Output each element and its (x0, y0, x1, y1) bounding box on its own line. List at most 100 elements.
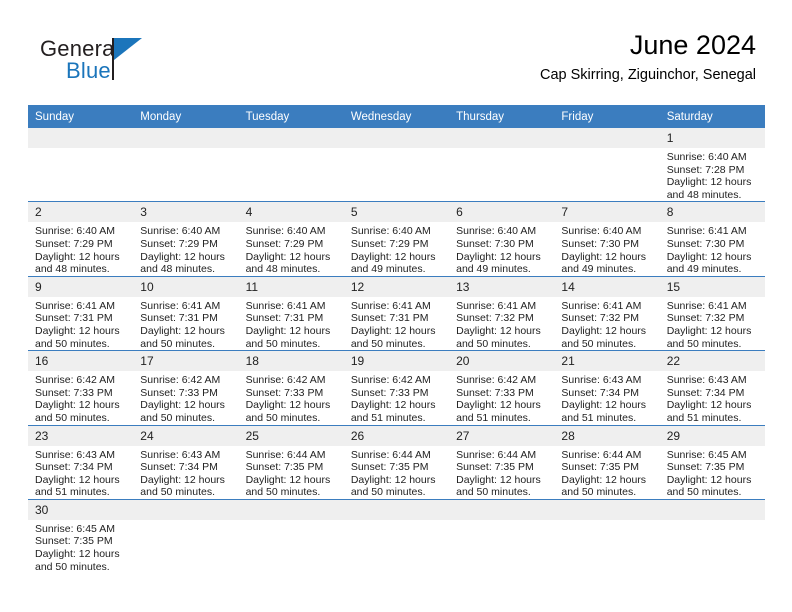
day-details: Sunrise: 6:40 AM Sunset: 7:29 PM Daylight:… (133, 222, 238, 275)
sunrise-text: Sunrise: 6:40 AM (245, 225, 326, 238)
sunrise-text: Sunrise: 6:43 AM (35, 448, 115, 461)
daylight-text-line1: Daylight: 12 hours (666, 399, 752, 412)
location-subtitle: Cap Skirring, Ziguinchor, Senegal (539, 67, 756, 83)
sunset-text: Sunset: 7:35 PM (456, 461, 534, 474)
daylight-text-line2: and 49 minutes. (561, 263, 637, 276)
day-number (133, 128, 239, 148)
daylight-text-line1: Daylight: 12 hours (456, 324, 541, 337)
calendar-day-cell[interactable]: 30 Sunrise: 6:45 AM Sunset: 7:35 PM Dayligh… (28, 499, 134, 574)
calendar-day-cell[interactable]: 26 Sunrise: 6:44 AM Sunset: 7:35 PM Dayligh… (343, 425, 450, 500)
daylight-text-line1: Daylight: 12 hours (35, 548, 120, 561)
daylight-text-line2: and 50 minutes. (245, 486, 321, 499)
calendar-cell-empty (449, 499, 555, 574)
daylight-text-line1: Daylight: 12 hours (666, 250, 752, 263)
calendar-day-cell[interactable]: 16 Sunrise: 6:42 AM Sunset: 7:33 PM Dayligh… (28, 350, 134, 425)
calendar-day-cell[interactable]: 23 Sunrise: 6:43 AM Sunset: 7:34 PM Dayligh… (28, 425, 134, 500)
day-number: 13 (449, 276, 555, 297)
day-number: 3 (133, 202, 239, 223)
weekday-header-tuesday: Tuesday (238, 105, 344, 128)
sunrise-text: Sunrise: 6:42 AM (35, 374, 115, 387)
daylight-text-line2: and 51 minutes. (456, 411, 531, 424)
calendar-day-cell[interactable]: 27 Sunrise: 6:44 AM Sunset: 7:35 PM Dayligh… (449, 425, 555, 500)
day-number: 7 (554, 202, 660, 223)
day-number: 1 (659, 128, 765, 148)
day-number: 6 (449, 202, 555, 223)
daylight-text-line1: Daylight: 12 hours (666, 473, 752, 486)
daylight-text-line1: Daylight: 12 hours (35, 250, 120, 263)
day-details: Sunrise: 6:41 AM Sunset: 7:31 PM Daylight:… (133, 297, 238, 350)
weekday-header-thursday: Thursday (449, 105, 555, 128)
sunset-text: Sunset: 7:33 PM (456, 386, 534, 399)
sunrise-text: Sunrise: 6:41 AM (666, 225, 747, 238)
calendar-day-cell[interactable]: 11 Sunrise: 6:41 AM Sunset: 7:31 PM Dayligh… (238, 276, 344, 351)
sunset-text: Sunset: 7:33 PM (350, 386, 429, 399)
daylight-text-line2: and 50 minutes. (456, 486, 531, 499)
day-number (133, 499, 239, 520)
general-blue-logo[interactable]: General Blue (40, 36, 160, 92)
calendar-day-cell[interactable]: 1 Sunrise: 6:40 AM Sunset: 7:28 PM Daylight… (659, 128, 765, 202)
calendar-day-cell[interactable]: 2 Sunrise: 6:40 AM Sunset: 7:29 PM Daylight… (28, 201, 134, 277)
day-number: 17 (133, 351, 239, 372)
day-details: Sunrise: 6:42 AM Sunset: 7:33 PM Daylight:… (344, 371, 449, 424)
day-details: Sunrise: 6:44 AM Sunset: 7:35 PM Daylight:… (239, 446, 344, 499)
calendar-day-cell[interactable]: 10 Sunrise: 6:41 AM Sunset: 7:31 PM Dayligh… (133, 276, 239, 351)
calendar-day-cell[interactable]: 22 Sunrise: 6:43 AM Sunset: 7:34 PM Dayligh… (659, 350, 765, 425)
day-number: 29 (659, 425, 765, 446)
daylight-text-line1: Daylight: 12 hours (561, 250, 647, 263)
calendar-day-cell[interactable]: 19 Sunrise: 6:42 AM Sunset: 7:33 PM Dayligh… (343, 350, 450, 425)
day-details: Sunrise: 6:40 AM Sunset: 7:29 PM Daylight:… (28, 222, 133, 275)
sunrise-text: Sunrise: 6:40 AM (666, 151, 747, 163)
daylight-text-line1: Daylight: 12 hours (666, 324, 752, 337)
day-details: Sunrise: 6:45 AM Sunset: 7:35 PM Daylight:… (660, 446, 765, 499)
sunrise-text: Sunrise: 6:43 AM (666, 374, 747, 387)
calendar-day-cell[interactable]: 4 Sunrise: 6:40 AM Sunset: 7:29 PM Daylight… (238, 201, 344, 277)
day-details: Sunrise: 6:45 AM Sunset: 7:35 PM Daylight:… (28, 520, 133, 573)
day-details: Sunrise: 6:42 AM Sunset: 7:33 PM Daylight:… (28, 371, 133, 424)
sunrise-text: Sunrise: 6:40 AM (350, 225, 431, 238)
day-details: Sunrise: 6:41 AM Sunset: 7:30 PM Daylight:… (660, 222, 765, 275)
calendar-day-cell[interactable]: 3 Sunrise: 6:40 AM Sunset: 7:29 PM Daylight… (133, 201, 239, 277)
calendar-day-cell[interactable]: 20 Sunrise: 6:42 AM Sunset: 7:33 PM Dayligh… (449, 350, 555, 425)
calendar-day-cell[interactable]: 14 Sunrise: 6:41 AM Sunset: 7:32 PM Dayligh… (554, 276, 660, 351)
calendar-day-cell[interactable]: 24 Sunrise: 6:43 AM Sunset: 7:34 PM Dayligh… (133, 425, 239, 500)
day-number: 21 (554, 351, 660, 372)
calendar-day-cell[interactable]: 13 Sunrise: 6:41 AM Sunset: 7:32 PM Dayligh… (449, 276, 555, 351)
calendar-day-cell[interactable]: 8 Sunrise: 6:41 AM Sunset: 7:30 PM Daylight… (659, 201, 765, 277)
calendar-day-cell[interactable]: 7 Sunrise: 6:40 AM Sunset: 7:30 PM Daylight… (554, 201, 660, 277)
calendar-day-cell[interactable]: 15 Sunrise: 6:41 AM Sunset: 7:32 PM Dayligh… (659, 276, 765, 351)
daylight-text-line1: Daylight: 12 hours (140, 250, 225, 263)
sunrise-text: Sunrise: 6:43 AM (140, 448, 221, 461)
day-number: 10 (133, 276, 239, 297)
calendar-day-cell[interactable]: 18 Sunrise: 6:42 AM Sunset: 7:33 PM Dayligh… (238, 350, 344, 425)
sunset-text: Sunset: 7:34 PM (140, 461, 218, 474)
sunrise-text: Sunrise: 6:40 AM (561, 225, 642, 238)
day-details: Sunrise: 6:43 AM Sunset: 7:34 PM Daylight:… (28, 446, 133, 499)
daylight-text-line1: Daylight: 12 hours (245, 250, 331, 263)
daylight-text-line2: and 50 minutes. (245, 337, 321, 350)
sunset-text: Sunset: 7:34 PM (35, 461, 113, 474)
calendar-day-cell[interactable]: 6 Sunrise: 6:40 AM Sunset: 7:30 PM Daylight… (449, 201, 555, 277)
daylight-text-line2: and 50 minutes. (35, 560, 110, 573)
day-number: 4 (238, 202, 344, 223)
page-header: General Blue June 2024 Cap Skirring, Zig… (28, 28, 764, 96)
sunrise-text: Sunrise: 6:40 AM (456, 225, 537, 238)
calendar-day-cell[interactable]: 25 Sunrise: 6:44 AM Sunset: 7:35 PM Dayligh… (238, 425, 344, 500)
sunrise-text: Sunrise: 6:41 AM (456, 299, 537, 312)
calendar-day-cell[interactable]: 21 Sunrise: 6:43 AM Sunset: 7:34 PM Dayligh… (554, 350, 660, 425)
calendar-day-cell[interactable]: 29 Sunrise: 6:45 AM Sunset: 7:35 PM Dayligh… (659, 425, 765, 500)
day-details: Sunrise: 6:41 AM Sunset: 7:31 PM Daylight:… (28, 297, 133, 350)
calendar-day-cell[interactable]: 5 Sunrise: 6:40 AM Sunset: 7:29 PM Daylight… (343, 201, 450, 277)
day-number (343, 128, 450, 148)
calendar-day-cell[interactable]: 12 Sunrise: 6:41 AM Sunset: 7:31 PM Dayligh… (343, 276, 450, 351)
daylight-text-line2: and 50 minutes. (140, 486, 215, 499)
day-number: 23 (28, 425, 134, 446)
daylight-text-line2: and 49 minutes. (666, 263, 742, 276)
calendar-cell-empty (238, 128, 344, 202)
calendar-day-cell[interactable]: 17 Sunrise: 6:42 AM Sunset: 7:33 PM Dayligh… (133, 350, 239, 425)
sunset-text: Sunset: 7:32 PM (456, 312, 534, 325)
calendar-day-cell[interactable]: 28 Sunrise: 6:44 AM Sunset: 7:35 PM Dayligh… (554, 425, 660, 500)
daylight-text-line2: and 50 minutes. (35, 411, 110, 424)
day-number: 18 (238, 351, 344, 372)
sunrise-text: Sunrise: 6:41 AM (245, 299, 326, 312)
calendar-day-cell[interactable]: 9 Sunrise: 6:41 AM Sunset: 7:31 PM Daylight… (28, 276, 134, 351)
